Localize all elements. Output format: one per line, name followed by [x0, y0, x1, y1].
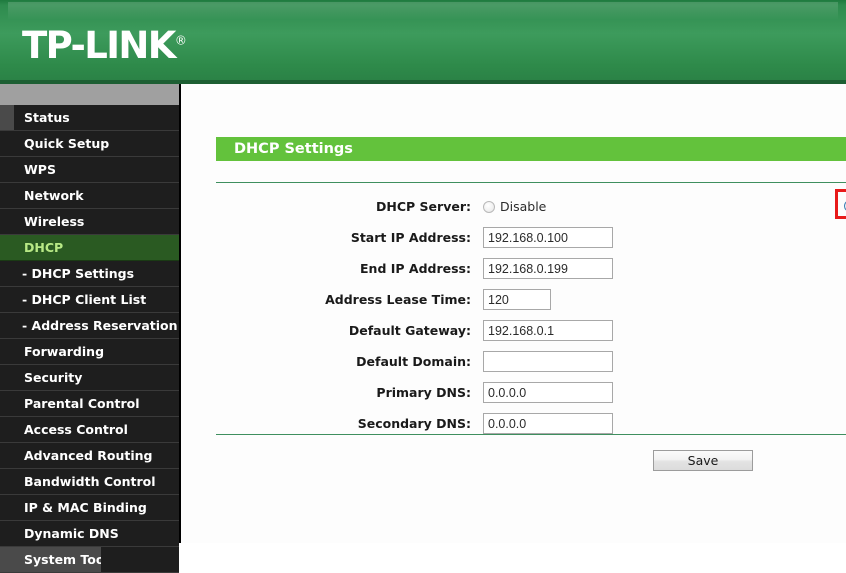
default-gateway-field-wrap: (Optional)	[483, 320, 613, 341]
tplink-logo: TP-LINK®	[22, 27, 187, 64]
sidebar-item-label: WPS	[24, 162, 56, 177]
sidebar-item-status[interactable]: Status	[0, 105, 179, 131]
registered-trademark-icon: ®	[174, 33, 187, 48]
secondary-dns-row: Secondary DNS: (Optional)	[183, 413, 846, 439]
address-lease-time-field-wrap: minutes (1~2880 minutes, the default val…	[483, 289, 551, 310]
end-ip-address-input[interactable]	[483, 258, 613, 279]
dhcp-server-row: DHCP Server: Disable Enable	[183, 189, 846, 222]
body-area: Status Quick Setup WPS Network Wireless DHCP -…	[0, 84, 846, 573]
default-gateway-input[interactable]	[483, 320, 613, 341]
sidebar-item-system-tools[interactable]: System Tools	[0, 547, 179, 573]
sidebar-item-forwarding[interactable]: Forwarding	[0, 339, 179, 365]
brand-text: TP-LINK	[22, 24, 176, 67]
default-domain-row: Default Domain: (Optional)	[183, 351, 846, 377]
router-admin-page: TP-LINK® Status Quick Setup WPS Network Wire…	[0, 0, 846, 573]
sidebar-item-label: Network	[24, 188, 84, 203]
dhcp-server-label: DHCP Server:	[376, 199, 471, 214]
default-domain-label: Default Domain:	[356, 354, 471, 369]
sidebar-item-label: Bandwidth Control	[24, 474, 156, 489]
sidebar-item-quick-setup[interactable]: Quick Setup	[0, 131, 179, 157]
page-header: TP-LINK®	[0, 0, 846, 84]
divider-top	[216, 182, 846, 183]
default-domain-input[interactable]	[483, 351, 613, 372]
sidebar-item-wps[interactable]: WPS	[0, 157, 179, 183]
sidebar-item-address-reservation[interactable]: - Address Reservation	[0, 313, 179, 339]
primary-dns-input[interactable]	[483, 382, 613, 403]
sidebar-item-label: Dynamic DNS	[24, 526, 119, 541]
start-ip-address-row: Start IP Address:	[183, 227, 846, 253]
sidebar-item-label: Advanced Routing	[24, 448, 153, 463]
start-ip-address-label: Start IP Address:	[350, 230, 471, 245]
enable-highlight-annotation: Enable	[835, 189, 846, 219]
sidebar-item-advanced-routing[interactable]: Advanced Routing	[0, 443, 179, 469]
sidebar-top-spacer	[0, 84, 179, 105]
sidebar-item-label: - DHCP Client List	[22, 292, 147, 307]
sidebar-navigation: Status Quick Setup WPS Network Wireless DHCP -…	[0, 84, 181, 573]
radio-label: Disable	[500, 199, 547, 214]
address-lease-time-label: Address Lease Time:	[325, 292, 471, 307]
primary-dns-field-wrap: (Optional)	[483, 382, 613, 403]
divider-bottom	[216, 434, 846, 435]
sidebar-item-dhcp-settings[interactable]: - DHCP Settings	[0, 261, 179, 287]
sidebar-item-dhcp-client-list[interactable]: - DHCP Client List	[0, 287, 179, 313]
address-lease-time-row: Address Lease Time: minutes (1~2880 minut…	[183, 289, 846, 315]
sidebar-item-ip-mac-binding[interactable]: IP & MAC Binding	[0, 495, 179, 521]
sidebar-item-label: Access Control	[24, 422, 128, 437]
sidebar-item-wireless[interactable]: Wireless	[0, 209, 179, 235]
sidebar-item-dynamic-dns[interactable]: Dynamic DNS	[0, 521, 179, 547]
sidebar-item-bandwidth-control[interactable]: Bandwidth Control	[0, 469, 179, 495]
sidebar-item-access-control[interactable]: Access Control	[0, 417, 179, 443]
end-ip-address-label: End IP Address:	[360, 261, 471, 276]
sidebar-item-label: Forwarding	[24, 344, 105, 359]
sidebar-item-label: Parental Control	[24, 396, 140, 411]
default-gateway-label: Default Gateway:	[348, 323, 471, 338]
sidebar-item-label: Status	[24, 110, 70, 125]
secondary-dns-field-wrap: (Optional)	[483, 413, 613, 434]
start-ip-address-field-wrap	[483, 227, 613, 248]
end-ip-address-field-wrap	[483, 258, 613, 279]
radio-option-disable[interactable]: Disable	[483, 197, 546, 217]
main-content: DHCP Settings DHCP Server: Disable Enable S…	[183, 84, 846, 543]
sidebar-item-label: DHCP	[24, 240, 64, 255]
sidebar-item-security[interactable]: Security	[0, 365, 179, 391]
primary-dns-row: Primary DNS: (Optional)	[183, 382, 846, 408]
sidebar-item-label: - Address Reservation	[22, 318, 178, 333]
sidebar-item-label: IP & MAC Binding	[24, 500, 147, 515]
sidebar-item-network[interactable]: Network	[0, 183, 179, 209]
address-lease-time-input[interactable]	[483, 289, 551, 310]
header-gloss	[8, 2, 838, 20]
start-ip-address-input[interactable]	[483, 227, 613, 248]
sidebar-item-label: Quick Setup	[24, 136, 110, 151]
default-domain-field-wrap: (Optional)	[483, 351, 613, 372]
sidebar-hover-cap	[101, 547, 179, 572]
secondary-dns-input[interactable]	[483, 413, 613, 434]
sidebar-item-label: Security	[24, 370, 83, 385]
sidebar-item-parental-control[interactable]: Parental Control	[0, 391, 179, 417]
dhcp-settings-form: DHCP Server: Disable Enable Start IP Addres…	[183, 189, 846, 444]
end-ip-address-row: End IP Address:	[183, 258, 846, 284]
primary-dns-label: Primary DNS:	[376, 385, 471, 400]
page-title: DHCP Settings	[216, 137, 846, 161]
secondary-dns-label: Secondary DNS:	[357, 416, 471, 431]
sidebar-item-dhcp[interactable]: DHCP	[0, 235, 179, 261]
sidebar-menu-list: Status Quick Setup WPS Network Wireless DHCP -…	[0, 105, 179, 573]
radio-button-disable-icon[interactable]	[483, 201, 495, 213]
sidebar-item-label: - DHCP Settings	[22, 266, 135, 281]
default-gateway-row: Default Gateway: (Optional)	[183, 320, 846, 346]
sidebar-item-label: Wireless	[24, 214, 85, 229]
save-button[interactable]: Save	[653, 450, 753, 471]
